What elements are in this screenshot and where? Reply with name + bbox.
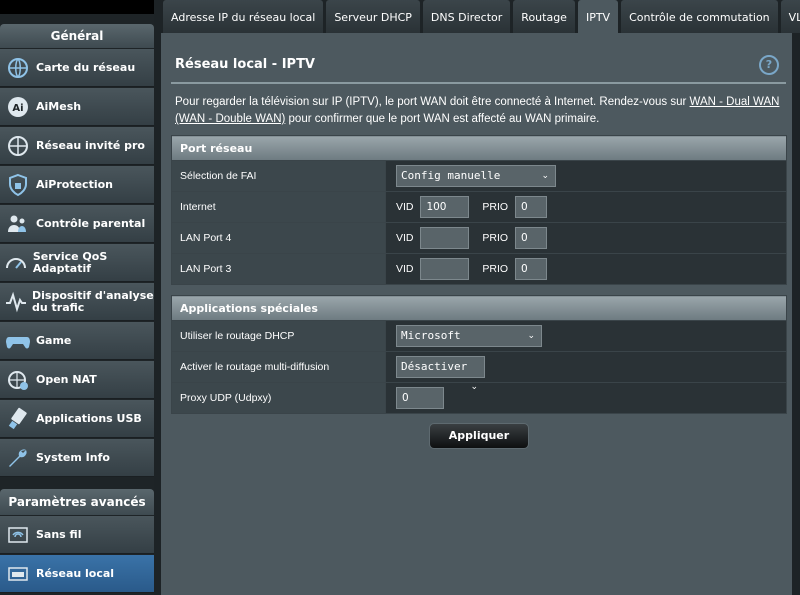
gamepad-icon: [4, 327, 32, 355]
sidebar-item-label: Sans fil: [36, 527, 82, 541]
sidebar-item-label: Réseau local: [36, 566, 115, 580]
chevron-down-icon: ⌄: [527, 331, 535, 341]
sidebar-item-label: Game: [36, 333, 72, 347]
sidebar-item-parental-control[interactable]: Contrôle parental: [0, 205, 154, 243]
sidebar-item-label: Applications USB: [36, 411, 142, 425]
advanced-section-title: Paramètres avancés: [0, 489, 154, 515]
udpxy-input[interactable]: 0: [396, 387, 444, 409]
lan4-prio-input[interactable]: 0: [514, 227, 547, 249]
internet-vid-input[interactable]: 100: [420, 196, 470, 218]
isp-select[interactable]: Config manuelle ⌄: [396, 165, 556, 187]
sidebar-item-open-nat[interactable]: Open NAT: [0, 361, 154, 399]
port-table: Port réseau Sélection de FAI Config manu…: [171, 135, 787, 285]
multicast-routing-label: Activer le routage multi-diffusion: [171, 351, 386, 383]
lan-port-3-label: LAN Port 3: [171, 253, 386, 285]
svg-text:Ai: Ai: [12, 103, 23, 114]
tab-bar: Adresse IP du réseau local Serveur DHCP …: [163, 0, 800, 33]
sidebar-item-label: Carte du réseau: [36, 60, 136, 74]
page-description: Pour regarder la télévision sur IP (IPTV…: [175, 94, 785, 128]
lan3-prio-input[interactable]: 0: [514, 258, 547, 280]
sidebar-item-label: AiMesh: [36, 99, 82, 113]
title-divider: [171, 82, 786, 84]
network-map-icon: [4, 54, 32, 82]
prio-label: PRIO: [482, 201, 509, 213]
internet-prio-input[interactable]: 0: [514, 196, 547, 218]
sidebar-item-wireless[interactable]: Sans fil: [0, 516, 154, 554]
tab-iptv[interactable]: IPTV: [577, 0, 619, 33]
udpxy-label: Proxy UDP (Udpxy): [171, 382, 386, 414]
sidebar-item-label: Service QoS Adaptatif: [32, 249, 108, 275]
multicast-routing-select[interactable]: Désactiver ⌄: [396, 356, 485, 392]
tab-vlan[interactable]: VLAN: [780, 0, 800, 33]
isp-label: Sélection de FAI: [171, 160, 386, 192]
dhcp-routing-select[interactable]: Microsoft ⌄: [396, 325, 542, 347]
sidebar-item-lan[interactable]: Réseau local: [0, 555, 154, 593]
sidebar-item-adaptive-qos[interactable]: Service QoS Adaptatif: [0, 244, 154, 282]
sidebar-item-label: Réseau invité pro: [36, 138, 145, 152]
sidebar-item-label: Dispositif d'analyse du trafic: [32, 288, 154, 314]
open-nat-icon: [4, 366, 32, 394]
general-section-title: Général: [0, 24, 154, 48]
tab-route[interactable]: Routage: [513, 0, 575, 33]
sidebar-item-aiprotection[interactable]: AiProtection: [0, 166, 154, 204]
sidebar-item-network-map[interactable]: Carte du réseau: [0, 49, 154, 87]
sidebar-item-system-info[interactable]: System Info: [0, 439, 154, 477]
guest-network-icon: [4, 132, 32, 160]
lan-icon: [4, 560, 32, 588]
description-suffix: pour confirmer que le port WAN est affec…: [285, 113, 600, 125]
special-section-header: Applications spéciales: [171, 295, 787, 321]
sidebar-top-bar: [0, 0, 154, 14]
sidebar: Général Carte du réseau Ai AiMesh Réseau…: [0, 0, 154, 595]
chevron-down-icon: ⌄: [470, 382, 478, 392]
sidebar-item-usb-applications[interactable]: Applications USB: [0, 400, 154, 438]
port-section-header: Port réseau: [171, 135, 787, 161]
shield-icon: [4, 171, 32, 199]
internet-label: Internet: [171, 191, 386, 223]
vid-label: VID: [396, 232, 414, 244]
tab-switch-control[interactable]: Contrôle de commutation: [621, 0, 778, 33]
lan4-vid-input[interactable]: [420, 227, 470, 249]
vid-label: VID: [396, 201, 414, 213]
isp-select-value: Config manuelle: [401, 169, 501, 182]
wrench-icon: [4, 444, 32, 472]
sidebar-item-label: System Info: [36, 450, 110, 464]
vid-label: VID: [396, 263, 414, 275]
usb-icon: [4, 405, 32, 433]
page-title: Réseau local - IPTV: [175, 57, 315, 72]
sidebar-item-label: AiProtection: [36, 177, 113, 191]
aimesh-icon: Ai: [4, 93, 32, 121]
sidebar-item-traffic-analyzer[interactable]: Dispositif d'analyse du trafic: [0, 283, 154, 321]
multicast-routing-value: Désactiver: [401, 360, 468, 373]
help-icon[interactable]: ?: [759, 55, 779, 75]
lan-port-4-label: LAN Port 4: [171, 222, 386, 254]
qos-gauge-icon: [4, 249, 29, 277]
tab-dns-director[interactable]: DNS Director: [422, 0, 511, 33]
sidebar-item-label: Contrôle parental: [36, 216, 146, 230]
traffic-analyzer-icon: [4, 288, 28, 316]
tab-lan-ip[interactable]: Adresse IP du réseau local: [163, 0, 324, 33]
tab-dhcp-server[interactable]: Serveur DHCP: [326, 0, 420, 33]
chevron-down-icon: ⌄: [541, 171, 549, 181]
sidebar-item-guest-network[interactable]: Réseau invité pro: [0, 127, 154, 165]
description-prefix: Pour regarder la télévision sur IP (IPTV…: [175, 96, 690, 108]
prio-label: PRIO: [482, 263, 509, 275]
parental-control-icon: [4, 210, 32, 238]
dhcp-routing-label: Utiliser le routage DHCP: [171, 320, 386, 352]
sidebar-item-label: Open NAT: [36, 372, 97, 386]
main-panel: Réseau local - IPTV ? Pour regarder la t…: [161, 33, 792, 595]
special-apps-table: Applications spéciales Utiliser le routa…: [171, 295, 787, 414]
dhcp-routing-value: Microsoft: [401, 329, 461, 342]
sidebar-item-game[interactable]: Game: [0, 322, 154, 360]
lan3-vid-input[interactable]: [420, 258, 470, 280]
sidebar-item-aimesh[interactable]: Ai AiMesh: [0, 88, 154, 126]
wifi-icon: [4, 521, 32, 549]
prio-label: PRIO: [482, 232, 509, 244]
apply-button[interactable]: Appliquer: [429, 423, 529, 449]
